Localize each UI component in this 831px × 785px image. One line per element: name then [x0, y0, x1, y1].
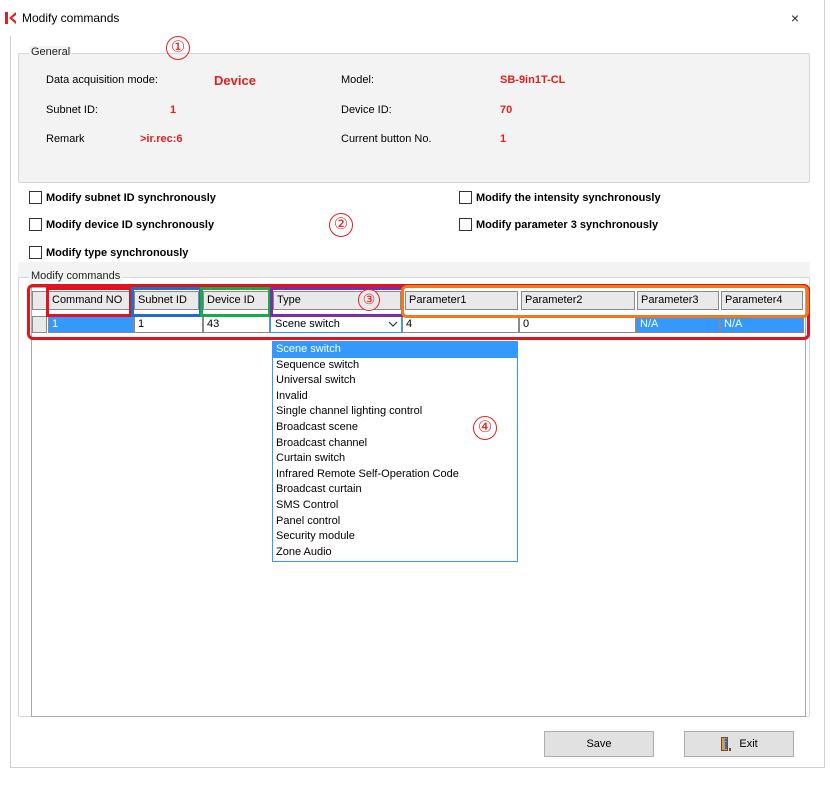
sync-device-label: Modify device ID synchronously: [46, 218, 215, 231]
dropdown-option[interactable]: Sequence switch: [273, 358, 517, 374]
model-value: SB-9in1T-CL: [500, 74, 566, 86]
dropdown-option[interactable]: Scene switch: [273, 342, 517, 358]
type-select[interactable]: Scene switch: [270, 316, 402, 333]
annotation-marker-2: ②: [329, 213, 353, 237]
column-header-subnet-id[interactable]: Subnet ID: [134, 291, 199, 310]
exit-button[interactable]: Exit: [684, 731, 794, 757]
dropdown-option[interactable]: Curtain switch: [273, 451, 517, 467]
modify-legend: Modify commands: [29, 270, 123, 282]
annotation-marker-4: ④: [473, 416, 497, 440]
row-header-corner: [32, 291, 47, 310]
general-legend: General: [29, 46, 73, 58]
acquisition-mode-label: Data acquisition mode:: [46, 74, 158, 86]
annotation-marker-3: ③: [358, 289, 380, 311]
acquisition-mode-value: Device: [214, 73, 256, 88]
cell-subnet-id[interactable]: 1: [134, 316, 203, 333]
device-id-value: 70: [500, 104, 513, 116]
exit-button-label: Exit: [739, 738, 758, 750]
save-button[interactable]: Save: [544, 731, 654, 757]
cell-device-id[interactable]: 43: [203, 316, 270, 333]
sync-parameter3-label: Modify parameter 3 synchronously: [476, 218, 659, 231]
title-bar: Modify commands ×: [0, 0, 815, 36]
cell-parameter4[interactable]: N/A: [720, 316, 804, 333]
sync-subnet-label: Modify subnet ID synchronously: [46, 191, 216, 204]
subnet-id-label: Subnet ID:: [46, 104, 98, 116]
column-header-parameter4[interactable]: Parameter4: [721, 291, 803, 310]
window-title: Modify commands: [22, 11, 120, 25]
column-header-parameter2[interactable]: Parameter2: [521, 291, 635, 310]
current-button-value: 1: [500, 133, 507, 145]
dropdown-option[interactable]: Zone Audio: [273, 545, 517, 561]
dropdown-option[interactable]: Security module: [273, 529, 517, 545]
sync-parameter3-checkbox[interactable]: Modify parameter 3 synchronously: [459, 218, 658, 231]
annotation-marker-1: ①: [166, 36, 190, 60]
dropdown-option[interactable]: Infrared Remote Self-Operation Code: [273, 467, 517, 483]
column-header-device-id[interactable]: Device ID: [203, 291, 269, 310]
model-label: Model:: [341, 74, 375, 86]
subnet-id-value: 1: [170, 104, 177, 116]
current-button-label: Current button No.: [341, 133, 432, 145]
sync-type-label: Modify type synchronously: [46, 246, 189, 259]
general-group: General: [18, 46, 810, 183]
cell-parameter3[interactable]: N/A: [636, 316, 720, 333]
dropdown-option[interactable]: Panel control: [273, 514, 517, 530]
sync-device-checkbox[interactable]: Modify device ID synchronously: [29, 218, 214, 231]
dropdown-option[interactable]: Universal switch: [273, 373, 517, 389]
chevron-down-icon[interactable]: [388, 317, 398, 332]
sync-intensity-checkbox[interactable]: Modify the intensity synchronously: [459, 191, 661, 204]
exit-door-icon: [721, 737, 732, 752]
dropdown-option[interactable]: Broadcast curtain: [273, 482, 517, 498]
sync-type-checkbox[interactable]: Modify type synchronously: [29, 246, 188, 259]
type-select-value: Scene switch: [275, 318, 340, 330]
dropdown-option[interactable]: Invalid: [273, 389, 517, 405]
row-header[interactable]: [32, 316, 47, 333]
cell-parameter2[interactable]: 0: [519, 316, 636, 333]
type-dropdown-list[interactable]: Scene switch Sequence switch Universal s…: [272, 341, 518, 562]
device-id-label: Device ID:: [341, 104, 392, 116]
remark-value: >ir.rec:6: [140, 133, 183, 145]
remark-label: Remark: [46, 133, 85, 145]
column-header-parameter3[interactable]: Parameter3: [637, 291, 719, 310]
checkbox-box[interactable]: [29, 191, 42, 204]
column-header-parameter1[interactable]: Parameter1: [405, 291, 518, 310]
checkbox-box[interactable]: [459, 191, 472, 204]
app-logo-icon: [5, 12, 16, 24]
cell-command-no[interactable]: 1: [48, 316, 134, 333]
checkbox-box[interactable]: [29, 246, 42, 259]
checkbox-box[interactable]: [29, 218, 42, 231]
cell-parameter1[interactable]: 4: [402, 316, 519, 333]
column-header-command-no[interactable]: Command NO: [48, 291, 130, 310]
checkbox-box[interactable]: [459, 218, 472, 231]
dropdown-option[interactable]: SMS Control: [273, 498, 517, 514]
close-icon[interactable]: ×: [787, 9, 803, 27]
sync-subnet-checkbox[interactable]: Modify subnet ID synchronously: [29, 191, 216, 204]
column-header-type[interactable]: Type: [273, 291, 401, 310]
sync-intensity-label: Modify the intensity synchronously: [476, 191, 661, 204]
